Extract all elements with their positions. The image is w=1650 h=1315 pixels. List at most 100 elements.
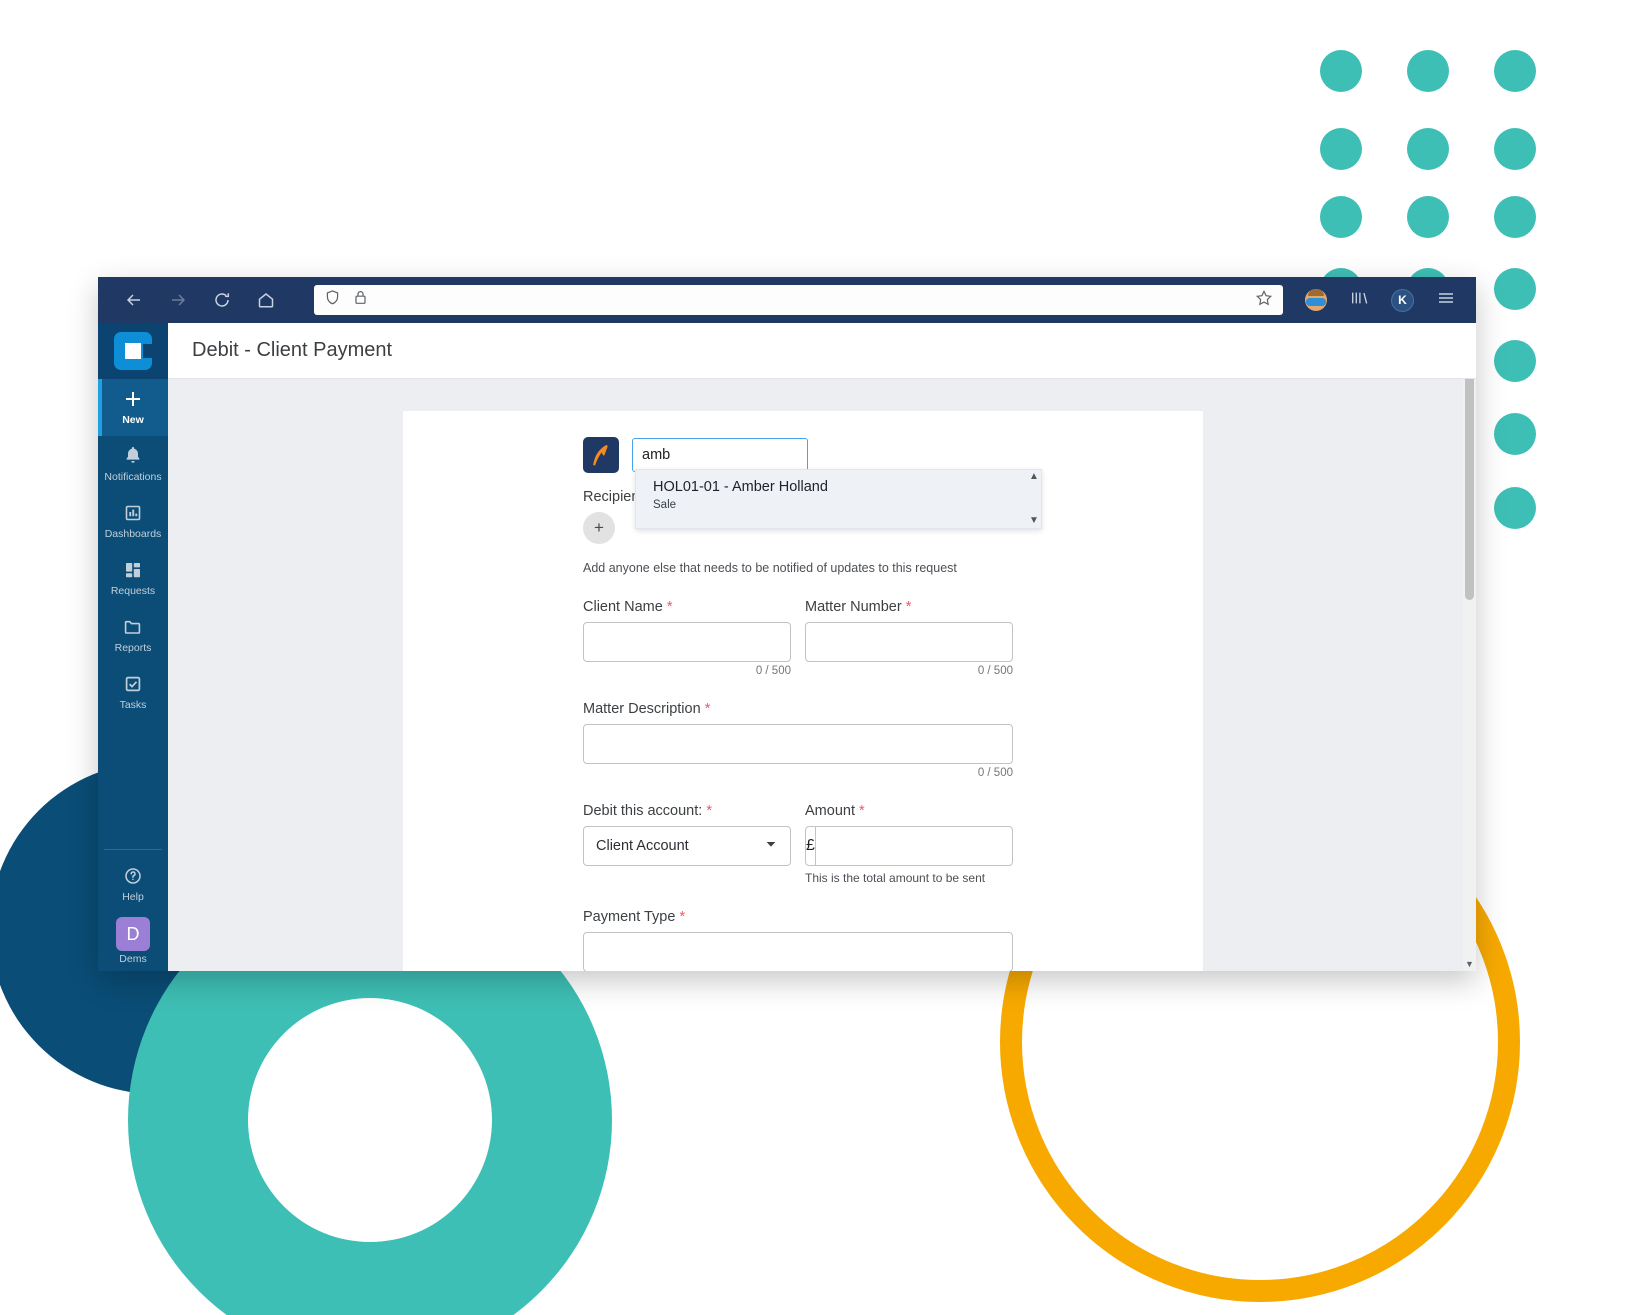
currency-symbol: £ [806, 827, 816, 865]
recipient-search-row [403, 437, 1203, 473]
question-circle-icon [100, 864, 166, 888]
sidebar-item-notifications[interactable]: Notifications [98, 436, 168, 493]
sidebar-item-label: Requests [110, 585, 156, 597]
browser-right-icons: K [1305, 288, 1462, 312]
scrollbar-track[interactable] [1463, 379, 1476, 958]
extension-badge[interactable]: K [1391, 288, 1414, 312]
decorative-dot [1407, 50, 1449, 92]
scrollbar-down-arrow-icon[interactable]: ▼ [1465, 958, 1474, 971]
required-marker: * [704, 701, 711, 717]
screenshot-stage: K New Notifications Dashboards Requests … [0, 0, 1650, 1315]
reload-icon[interactable] [200, 285, 244, 315]
lock-icon[interactable] [353, 289, 368, 311]
sidebar-item-label: New [122, 414, 144, 426]
required-marker: * [859, 803, 865, 819]
left-sidebar: New Notifications Dashboards Requests Re… [98, 323, 168, 971]
payment-form: Recipients + HOL01-01 - Amber Holland Sa… [403, 411, 1203, 971]
amount-field: Amount * £ This is the total amount to b… [805, 803, 1015, 885]
add-recipient-button[interactable]: + [583, 512, 615, 544]
dropdown-option[interactable]: HOL01-01 - Amber Holland Sale [636, 470, 1027, 528]
dropdown-scrollbar[interactable]: ▲ ▼ [1027, 470, 1041, 528]
matter-description-field: Matter Description * 0 / 500 [583, 701, 1013, 779]
payment-type-label: Payment Type * [583, 909, 1013, 925]
decorative-dot [1494, 196, 1536, 238]
home-icon[interactable] [244, 285, 288, 315]
amount-input-group: £ [805, 826, 1015, 866]
application-shell: New Notifications Dashboards Requests Re… [98, 323, 1476, 971]
recipient-autocomplete-dropdown[interactable]: HOL01-01 - Amber Holland Sale ▲ ▼ [635, 469, 1042, 529]
sidebar-user[interactable]: D Dems [98, 913, 168, 971]
decorative-dot [1494, 50, 1536, 92]
payment-type-input[interactable] [583, 932, 1013, 971]
user-avatar[interactable]: D [116, 917, 150, 951]
forward-arrow-icon[interactable] [156, 285, 200, 315]
sidebar-item-tasks[interactable]: Tasks [98, 664, 168, 721]
sidebar-item-help[interactable]: Help [98, 850, 168, 913]
client-name-counter: 0 / 500 [755, 665, 791, 677]
bookmark-star-icon[interactable] [1255, 289, 1273, 312]
plus-icon [100, 387, 166, 411]
account-avatar-icon[interactable] [1305, 289, 1327, 311]
url-input[interactable] [380, 292, 1243, 308]
sidebar-item-label: Tasks [119, 699, 147, 711]
bell-icon [100, 444, 166, 468]
scroll-down-arrow-icon[interactable]: ▼ [1029, 516, 1039, 526]
amount-hint: This is the total amount to be sent [805, 871, 986, 885]
amount-input[interactable] [815, 827, 1015, 865]
matter-description-label: Matter Description * [583, 701, 1013, 717]
account-amount-row: Debit this account: * Client Account Amo… [403, 803, 1203, 885]
app-logo-mark [114, 332, 152, 370]
required-marker: * [905, 599, 912, 615]
client-name-input[interactable] [583, 622, 791, 662]
form-card: Recipients + HOL01-01 - Amber Holland Sa… [403, 411, 1203, 971]
sidebar-item-label: Dashboards [104, 528, 162, 540]
required-marker: * [666, 599, 673, 615]
matter-description-counter: 0 / 500 [977, 767, 1013, 779]
user-avatar-label: Dems [119, 953, 147, 965]
decorative-dot [1494, 487, 1536, 529]
sidebar-item-label: Notifications [104, 471, 162, 483]
payment-type-field: Payment Type * [583, 909, 1013, 971]
decorative-dot [1494, 268, 1536, 310]
amount-label: Amount * [805, 803, 1013, 819]
recipient-search-input[interactable] [632, 438, 808, 472]
debit-account-label: Debit this account: * [583, 803, 791, 819]
matter-number-input[interactable] [805, 622, 1013, 662]
name-number-row: Client Name * 0 / 500 Matter Number * 0 … [403, 599, 1203, 677]
sidebar-item-dashboards[interactable]: Dashboards [98, 493, 168, 550]
app-badge-icon [583, 437, 619, 473]
app-logo[interactable] [98, 323, 168, 379]
sidebar-item-requests[interactable]: Requests [98, 550, 168, 607]
address-bar[interactable] [314, 285, 1283, 315]
decorative-dot [1407, 196, 1449, 238]
matter-description-input[interactable] [583, 724, 1013, 764]
matter-number-field: Matter Number * 0 / 500 [805, 599, 1013, 677]
scroll-up-arrow-icon[interactable]: ▲ [1029, 472, 1039, 482]
required-marker: * [679, 909, 686, 925]
debit-account-select[interactable]: Client Account [583, 826, 791, 866]
menu-icon[interactable] [1436, 289, 1456, 312]
decorative-dot [1494, 128, 1536, 170]
label-text: Debit this account: [583, 803, 703, 819]
scrollbar-thumb[interactable] [1465, 379, 1474, 600]
library-icon[interactable] [1349, 289, 1369, 312]
recipients-helper-note: Add anyone else that needs to be notifie… [583, 561, 957, 575]
main-content: Debit - Client Payment amb Recipients + … [168, 323, 1476, 971]
boomerang-glyph [593, 445, 608, 466]
back-arrow-icon[interactable] [112, 285, 156, 315]
decorative-dot [1494, 340, 1536, 382]
shield-icon[interactable] [324, 289, 341, 311]
client-name-label: Client Name * [583, 599, 791, 615]
debit-account-value: Client Account [596, 838, 689, 854]
folder-icon [100, 615, 166, 639]
chevron-down-icon[interactable] [764, 837, 778, 855]
checkbox-icon [100, 672, 166, 696]
sidebar-item-new[interactable]: New [98, 379, 168, 436]
decorative-dot [1320, 50, 1362, 92]
sidebar-item-reports[interactable]: Reports [98, 607, 168, 664]
payment-type-row: Payment Type * [403, 909, 1203, 971]
label-text: Payment Type [583, 909, 676, 925]
page-scrollbar[interactable]: ▲ ▼ [1463, 379, 1476, 971]
decorative-teal-donut-hole [248, 998, 492, 1242]
